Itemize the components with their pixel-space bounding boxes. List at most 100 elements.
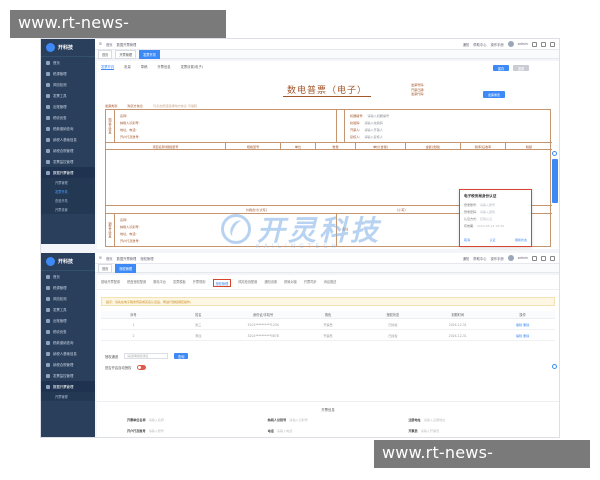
modal-method[interactable]: 认证方式: 扫码认证 [464, 217, 492, 221]
modal-cancel-button[interactable]: 取消 [464, 238, 470, 242]
help-link[interactable]: 帮助中心 [473, 256, 486, 261]
query-button[interactable]: 查询 [174, 353, 189, 359]
auto-auth-toggle[interactable] [137, 365, 147, 370]
menu-toggle-icon[interactable]: ☰ [99, 256, 102, 260]
buyer-name-field[interactable]: 名称: [120, 113, 127, 118]
gear-icon[interactable] [552, 151, 557, 156]
subtab-info[interactable]: 开票信息 [157, 64, 170, 70]
tab-home[interactable]: 首页 [98, 49, 113, 59]
nav-item-home[interactable]: 首页 [41, 57, 95, 68]
breadcrumb2-home[interactable]: 首页 [106, 256, 113, 261]
nav2-item-taxpayer[interactable]: 纳税人基础信息 [41, 348, 95, 359]
notification-link[interactable]: 通知 [463, 256, 470, 261]
nav-item-invoice-tools[interactable]: 发票工具 [41, 90, 95, 101]
fullscreen-icon[interactable] [541, 41, 546, 47]
buyer-address-field[interactable]: 地址、电话: [120, 127, 137, 132]
address-input[interactable]: 请输入注册地址 [424, 418, 446, 422]
search-icon[interactable] [532, 255, 537, 261]
side-float-panel[interactable] [552, 159, 558, 203]
buyer-tax-id-field[interactable]: 纳税人识别号: [120, 120, 140, 125]
modal-confirm-button[interactable]: 认证 [489, 238, 495, 242]
nav2-item-tax-benefit[interactable]: 税收优惠 [41, 326, 95, 337]
nav2-item-risk[interactable]: 风险检测 [41, 293, 95, 304]
user-name[interactable]: admin [518, 42, 528, 46]
subtab-draft[interactable]: 草稿 [141, 64, 148, 70]
menu-toggle-icon[interactable]: ☰ [99, 42, 102, 46]
nav2-item-invoice-tools[interactable]: 发票工具 [41, 304, 95, 315]
tax-id-input[interactable]: 请输入识别号 [289, 418, 308, 422]
tab-risk-config[interactable]: 风险检测配置 [238, 279, 257, 287]
nav-sub-invoice-manage[interactable]: 开票管理 [41, 178, 95, 187]
nav-item-risk[interactable]: 风险检测 [41, 79, 95, 90]
nav-item-compliance[interactable]: 纳税合规管理 [41, 145, 95, 156]
tab-invoice-manage[interactable]: 开票管理 [115, 49, 137, 59]
tab-auth-manage[interactable]: 授权管理 [212, 279, 232, 287]
tab-sync[interactable]: 开票同步 [304, 279, 317, 287]
tab-invoice-issue[interactable]: 发票开具 [139, 49, 160, 59]
nav2-item-tax-payment[interactable]: 税款缴纳查询 [41, 337, 95, 348]
subtab-settings[interactable]: 发票设置(电子) [181, 64, 203, 70]
nav2-item-digital-invoice[interactable]: 数据开票管理 [41, 381, 95, 392]
row-actions[interactable]: 编辑 删除 [490, 320, 555, 329]
subtab-issue[interactable]: 发票开具 [101, 64, 115, 70]
tab-push[interactable]: 消息推送 [324, 279, 337, 287]
breadcrumb2-section[interactable]: 数据开票管理 [117, 256, 137, 261]
modal-refresh-button[interactable]: 刷新状态 [515, 238, 527, 242]
tab-tax-bureau[interactable]: 税局对接 [284, 279, 297, 287]
seller-name-field[interactable]: 名称: [120, 217, 127, 222]
settings-icon[interactable] [550, 41, 555, 47]
tab-rules[interactable]: 开票规则 [193, 279, 206, 287]
nav-item-billing[interactable]: 出账管理 [41, 101, 95, 112]
nav2-item-billing[interactable]: 出账管理 [41, 315, 95, 326]
reset-button[interactable]: 重置 [513, 65, 529, 71]
check-code-field[interactable]: 校验码: 请输入校验码 [350, 120, 383, 125]
modal-password[interactable]: 登录密码: 请输入密码 [464, 210, 495, 214]
tab2-home[interactable]: 首页 [98, 263, 113, 273]
nav-item-tax-payment[interactable]: 税款缴纳查询 [41, 123, 95, 134]
nav2-item-monitor[interactable]: 发票监控管理 [41, 370, 95, 381]
machine-no-field[interactable]: 机器编号: 请输入机器编号 [350, 113, 389, 118]
nav-sub-settings[interactable]: 开票设置 [41, 205, 95, 214]
breadcrumb-home[interactable]: 首页 [106, 42, 113, 47]
avatar[interactable] [507, 41, 514, 47]
tab-template[interactable]: 发票模板 [173, 279, 186, 287]
subtab-batch[interactable]: 批量 [124, 64, 131, 70]
buyer-bank-field[interactable]: 开户行及账号: [120, 134, 140, 139]
phone-input[interactable]: 请输入电话 [277, 429, 292, 433]
nav2-item-home[interactable]: 首页 [41, 271, 95, 282]
tab-disk-config[interactable]: 税盘授权配置 [127, 279, 146, 287]
user-name[interactable]: admin [518, 256, 528, 260]
seller-bank-field[interactable]: 开户行及账号: [120, 238, 140, 243]
manual-link[interactable]: 操作手册 [490, 256, 503, 261]
tab-digital-platform[interactable]: 数电平台 [153, 279, 166, 287]
company-name-input[interactable]: 请输入名称 [149, 418, 164, 422]
tab-basic-config[interactable]: 基础开票配置 [101, 279, 120, 287]
seller-tax-id-field[interactable]: 纳税人识别号: [120, 224, 140, 229]
nav-item-digital-invoice[interactable]: 数据开票管理 [41, 167, 95, 178]
tab-notify[interactable]: 通知设置 [264, 279, 277, 287]
seller-address-field[interactable]: 地址、电话: [120, 231, 137, 236]
nav-item-monitor[interactable]: 发票监控管理 [41, 156, 95, 167]
drawer-field[interactable]: 开票人: 请输入开票人 [350, 127, 383, 132]
help-link[interactable]: 帮助中心 [473, 42, 486, 47]
nav-item-tax-source[interactable]: 税源管理 [41, 68, 95, 79]
tab2-auth[interactable]: 授权管理 [115, 263, 137, 273]
invoice-reset-button[interactable]: 发票重置 [483, 91, 505, 98]
save-button[interactable]: 保存 [493, 65, 509, 71]
notification-link[interactable]: 通知 [463, 42, 470, 47]
drawer-input[interactable]: 请输入开票员 [421, 429, 440, 433]
row-actions[interactable]: 编辑 删除 [490, 331, 555, 340]
manual-link[interactable]: 操作手册 [490, 42, 503, 47]
fullscreen-icon[interactable] [541, 255, 546, 261]
nav2-item-tax-source[interactable]: 税源管理 [41, 282, 95, 293]
search-icon[interactable] [532, 41, 537, 47]
nav-sub-verify[interactable]: 查验开具 [41, 196, 95, 205]
settings-icon[interactable] [550, 255, 555, 261]
gear-icon[interactable] [552, 364, 557, 369]
avatar[interactable] [507, 255, 514, 261]
bank-input[interactable]: 请输入账号 [149, 429, 164, 433]
reviewer-field[interactable]: 复核人: 请输入复核人 [350, 134, 383, 139]
auth-channel-select[interactable]: 请选择授权通道 [124, 353, 169, 359]
nav-item-taxpayer[interactable]: 纳税人基础信息 [41, 134, 95, 145]
nav2-sub-invoice-manage[interactable]: 开票管理 [41, 392, 95, 401]
